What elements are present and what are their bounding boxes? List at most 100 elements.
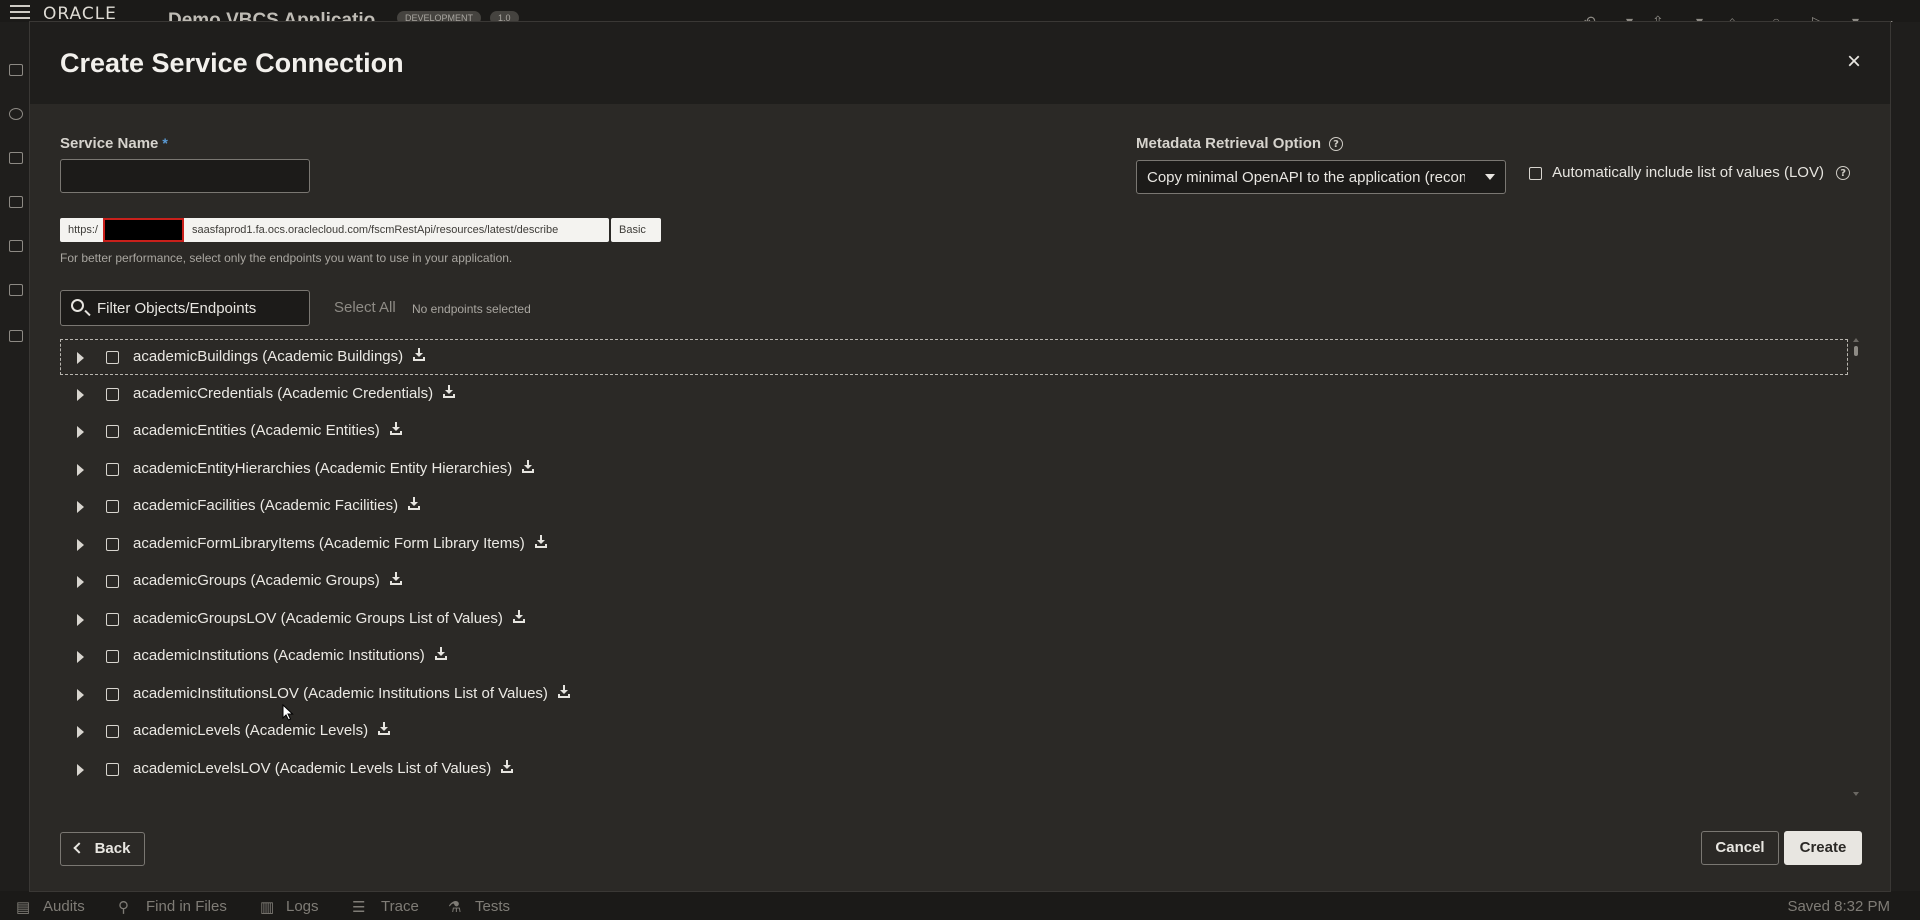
layouts-icon[interactable] bbox=[9, 284, 23, 296]
scrollbar-thumb[interactable] bbox=[1854, 346, 1858, 356]
close-icon[interactable]: × bbox=[1842, 50, 1866, 74]
endpoint-checkbox[interactable] bbox=[106, 763, 119, 776]
download-icon[interactable] bbox=[407, 497, 421, 511]
endpoint-label: academicInstitutions (Academic Instituti… bbox=[133, 647, 425, 664]
app-header: ORACLE Demo VBCS Applicatio DEVELOPMENT … bbox=[0, 0, 1920, 31]
download-icon[interactable] bbox=[534, 535, 548, 549]
endpoint-checkbox[interactable] bbox=[106, 725, 119, 738]
tests-icon[interactable]: ⚗ bbox=[448, 898, 461, 916]
expand-icon[interactable] bbox=[77, 464, 84, 476]
endpoint-checkbox[interactable] bbox=[106, 538, 119, 551]
lov-checkbox[interactable] bbox=[1529, 166, 1542, 180]
tree-row[interactable]: academicLevelsLOV (Academic Levels List … bbox=[60, 751, 1848, 787]
tree-row[interactable]: academicCredentials (Academic Credential… bbox=[60, 376, 1848, 412]
components-icon[interactable] bbox=[9, 240, 23, 252]
expand-icon[interactable] bbox=[77, 614, 84, 626]
back-button[interactable]: Back bbox=[60, 832, 145, 866]
tree-row[interactable]: academicGroups (Academic Groups) bbox=[60, 563, 1848, 599]
create-button[interactable]: Create bbox=[1784, 831, 1862, 865]
chevron-left-icon bbox=[72, 842, 85, 854]
expand-icon[interactable] bbox=[77, 389, 84, 401]
endpoint-checkbox[interactable] bbox=[106, 650, 119, 663]
dialog-header: Create Service Connection × bbox=[30, 22, 1890, 104]
service-name-input[interactable] bbox=[60, 159, 310, 193]
logs-tab[interactable]: Logs bbox=[286, 898, 319, 915]
download-icon[interactable] bbox=[389, 572, 403, 586]
web-apps-icon[interactable] bbox=[9, 64, 23, 76]
download-icon[interactable] bbox=[434, 647, 448, 661]
search-icon bbox=[71, 299, 84, 312]
expand-icon[interactable] bbox=[77, 576, 84, 588]
scroll-down-arrow[interactable] bbox=[1853, 792, 1859, 796]
create-service-connection-dialog: Create Service Connection × Service Name… bbox=[30, 22, 1890, 891]
expand-icon[interactable] bbox=[77, 651, 84, 663]
select-all-link[interactable]: Select All bbox=[334, 299, 396, 316]
menu-icon[interactable] bbox=[10, 5, 30, 19]
download-icon[interactable] bbox=[500, 760, 514, 774]
trace-icon[interactable]: ☰ bbox=[352, 898, 365, 916]
endpoint-checkbox[interactable] bbox=[106, 575, 119, 588]
metadata-option-label: Metadata Retrieval Option? bbox=[1136, 135, 1344, 152]
tree-row[interactable]: academicFormLibraryItems (Academic Form … bbox=[60, 526, 1848, 562]
tree-row[interactable]: academicLevels (Academic Levels) bbox=[60, 713, 1848, 749]
endpoint-label: academicEntityHierarchies (Academic Enti… bbox=[133, 460, 513, 477]
endpoint-checkbox[interactable] bbox=[106, 463, 119, 476]
lov-label[interactable]: Automatically include list of values (LO… bbox=[1552, 164, 1824, 181]
bottom-toolbar: ▤ Audits ⚲ Find in Files ▥ Logs ☰ Trace … bbox=[0, 891, 1920, 920]
expand-icon[interactable] bbox=[77, 352, 84, 364]
expand-icon[interactable] bbox=[77, 426, 84, 438]
trace-tab[interactable]: Trace bbox=[381, 898, 419, 915]
save-status: Saved 8:32 PM bbox=[1787, 898, 1890, 915]
services-icon[interactable] bbox=[9, 108, 23, 120]
tree-row[interactable]: academicInstitutionsLOV (Academic Instit… bbox=[60, 676, 1848, 712]
logs-icon[interactable]: ▥ bbox=[260, 898, 274, 916]
left-nav-rail bbox=[0, 22, 30, 898]
download-icon[interactable] bbox=[412, 348, 426, 362]
endpoint-checkbox[interactable] bbox=[106, 351, 119, 364]
cancel-button[interactable]: Cancel bbox=[1701, 831, 1779, 865]
endpoint-checkbox[interactable] bbox=[106, 425, 119, 438]
scroll-up-arrow[interactable] bbox=[1853, 338, 1859, 342]
endpoint-checkbox[interactable] bbox=[106, 688, 119, 701]
help-icon[interactable]: ? bbox=[1329, 137, 1344, 152]
download-icon[interactable] bbox=[512, 610, 526, 624]
audits-icon[interactable]: ▤ bbox=[16, 898, 30, 916]
expand-icon[interactable] bbox=[77, 539, 84, 551]
expand-icon[interactable] bbox=[77, 764, 84, 776]
lov-option: Automatically include list of values (LO… bbox=[1529, 164, 1851, 181]
tree-row[interactable]: academicFacilities (Academic Facilities) bbox=[60, 488, 1848, 524]
tree-row[interactable]: academicEntities (Academic Entities) bbox=[60, 413, 1848, 449]
tree-row[interactable]: academicGroupsLOV (Academic Groups List … bbox=[60, 601, 1848, 637]
processes-icon[interactable] bbox=[9, 196, 23, 208]
endpoint-checkbox[interactable] bbox=[106, 500, 119, 513]
filter-placeholder: Filter Objects/Endpoints bbox=[97, 300, 257, 317]
tree-row[interactable]: academicInstitutions (Academic Instituti… bbox=[60, 638, 1848, 674]
filter-input[interactable]: Filter Objects/Endpoints bbox=[60, 290, 310, 326]
download-icon[interactable] bbox=[557, 685, 571, 699]
expand-icon[interactable] bbox=[77, 501, 84, 513]
metadata-retrieval-select[interactable]: Copy minimal OpenAPI to the application … bbox=[1136, 160, 1506, 194]
find-in-files-tab[interactable]: Find in Files bbox=[146, 898, 227, 915]
business-objects-icon[interactable] bbox=[9, 152, 23, 164]
download-icon[interactable] bbox=[389, 422, 403, 436]
required-indicator: * bbox=[162, 135, 168, 151]
tests-tab[interactable]: Tests bbox=[475, 898, 510, 915]
tree-row[interactable]: academicBuildings (Academic Buildings) bbox=[60, 339, 1848, 375]
endpoint-checkbox[interactable] bbox=[106, 613, 119, 626]
endpoint-label: academicBuildings (Academic Buildings) bbox=[133, 348, 404, 365]
download-icon[interactable] bbox=[442, 385, 456, 399]
endpoint-label: academicFormLibraryItems (Academic Form … bbox=[133, 535, 525, 552]
download-icon[interactable] bbox=[521, 460, 535, 474]
endpoint-label: academicEntities (Academic Entities) bbox=[133, 422, 380, 439]
download-icon[interactable] bbox=[377, 722, 391, 736]
source-icon[interactable] bbox=[9, 330, 23, 342]
find-icon[interactable]: ⚲ bbox=[118, 898, 129, 916]
tree-row[interactable]: academicEntityHierarchies (Academic Enti… bbox=[60, 451, 1848, 487]
endpoint-label: academicGroupsLOV (Academic Groups List … bbox=[133, 610, 503, 627]
audits-tab[interactable]: Audits bbox=[43, 898, 85, 915]
expand-icon[interactable] bbox=[77, 726, 84, 738]
right-rail bbox=[1890, 22, 1920, 898]
endpoint-checkbox[interactable] bbox=[106, 388, 119, 401]
expand-icon[interactable] bbox=[77, 689, 84, 701]
help-icon[interactable]: ? bbox=[1836, 166, 1851, 181]
